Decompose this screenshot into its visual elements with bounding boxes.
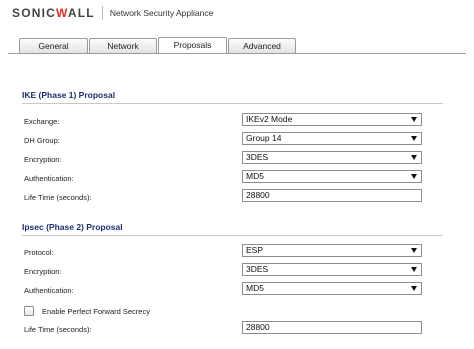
phase1-exchange-row: Exchange: IKEv2 Mode xyxy=(22,113,443,129)
tab-bar: General Network Proposals Advanced xyxy=(19,37,296,53)
phase1-title: IKE (Phase 1) Proposal xyxy=(22,90,116,100)
phase1-encryption-select[interactable]: 3DES xyxy=(242,151,422,164)
product-name: Network Security Appliance xyxy=(109,8,214,18)
dropdown-arrow-icon xyxy=(411,248,417,253)
exchange-label: Exchange: xyxy=(24,117,60,126)
phase1-dh-row: DH Group: Group 14 xyxy=(22,132,443,148)
header-divider xyxy=(101,6,103,20)
phase1-authentication-label: Authentication: xyxy=(24,174,74,183)
phase2-lifetime-label: Life Time (seconds): xyxy=(24,325,92,334)
phase2-encryption-select[interactable]: 3DES xyxy=(242,263,422,276)
phase1-rule xyxy=(22,103,443,104)
pfs-label: Enable Perfect Forward Secrecy xyxy=(42,307,150,316)
dropdown-arrow-icon xyxy=(411,174,417,179)
pfs-row: Enable Perfect Forward Secrecy xyxy=(22,305,443,321)
phase2-encryption-row: Encryption: 3DES xyxy=(22,263,443,279)
phase1-encryption-label: Encryption: xyxy=(24,155,62,164)
header: SONICWALL Network Security Appliance xyxy=(12,6,213,20)
phase1-lifetime-input[interactable]: 28800 xyxy=(242,189,422,202)
phase1-authentication-row: Authentication: MD5 xyxy=(22,170,443,186)
dh-group-label: DH Group: xyxy=(24,136,60,145)
sonicwall-logo: SONICWALL xyxy=(12,6,95,20)
tab-advanced[interactable]: Advanced xyxy=(228,38,296,53)
tab-general[interactable]: General xyxy=(19,38,88,53)
pfs-checkbox[interactable] xyxy=(24,306,34,316)
phase1-lifetime-label: Life Time (seconds): xyxy=(24,193,92,202)
phase1-encryption-row: Encryption: 3DES xyxy=(22,151,443,167)
protocol-label: Protocol: xyxy=(24,248,54,257)
tab-underline xyxy=(8,53,466,54)
tab-network[interactable]: Network xyxy=(89,38,157,53)
phase2-authentication-select[interactable]: MD5 xyxy=(242,282,422,295)
dropdown-arrow-icon xyxy=(411,155,417,160)
phase1-authentication-select[interactable]: MD5 xyxy=(242,170,422,183)
phase2-lifetime-row: Life Time (seconds): 28800 xyxy=(22,321,443,337)
phase2-authentication-label: Authentication: xyxy=(24,286,74,295)
tab-proposals[interactable]: Proposals xyxy=(158,37,227,53)
dropdown-arrow-icon xyxy=(411,117,417,122)
exchange-select[interactable]: IKEv2 Mode xyxy=(242,113,422,126)
phase2-encryption-label: Encryption: xyxy=(24,267,62,276)
dh-group-select[interactable]: Group 14 xyxy=(242,132,422,145)
phase2-title: Ipsec (Phase 2) Proposal xyxy=(22,222,123,232)
protocol-select[interactable]: ESP xyxy=(242,244,422,257)
dropdown-arrow-icon xyxy=(411,267,417,272)
phase1-lifetime-row: Life Time (seconds): 28800 xyxy=(22,189,443,205)
dropdown-arrow-icon xyxy=(411,286,417,291)
phase2-rule xyxy=(22,235,443,236)
phase2-protocol-row: Protocol: ESP xyxy=(22,244,443,260)
phase2-authentication-row: Authentication: MD5 xyxy=(22,282,443,298)
phase2-lifetime-input[interactable]: 28800 xyxy=(242,321,422,334)
dropdown-arrow-icon xyxy=(411,136,417,141)
